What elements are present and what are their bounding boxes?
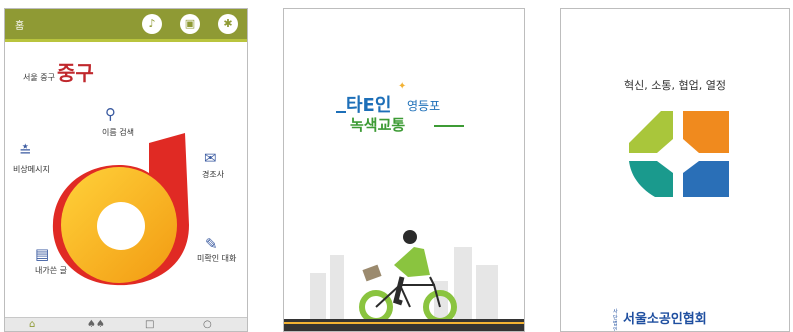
junggu-logo: 서울 중구 중구 xyxy=(23,57,94,86)
document-icon[interactable]: ▤ xyxy=(35,245,49,263)
logo-big-text: 중구 xyxy=(56,61,94,85)
menu-label-name-search[interactable]: 이름 검색 xyxy=(102,127,134,138)
envelope-icon[interactable]: ✉ xyxy=(204,149,217,167)
app-screen-green-transit: 타E인 ✦ 영등포 녹색교통 xyxy=(283,8,525,332)
logo-small-text: 서울 중구 xyxy=(23,73,55,82)
menu-label-emergency[interactable]: 비상메시지 xyxy=(13,164,50,175)
org-name: 서울소공인협회 xyxy=(623,312,707,327)
menu-label-my-posts[interactable]: 내가쓴 글 xyxy=(35,265,67,276)
menu-label-unread-chat[interactable]: 미확인 대화 xyxy=(197,253,236,264)
junggu-symbol-logo xyxy=(52,133,189,286)
sparkle-icon: ✦ xyxy=(398,81,407,92)
bottom-nav: ⌂ ♠♠ □ ○ xyxy=(5,317,247,331)
menu-label-events[interactable]: 경조사 xyxy=(202,169,224,180)
chat-icon[interactable]: ✎ xyxy=(205,235,218,253)
home-label[interactable]: 홈 xyxy=(15,17,24,32)
search-icon[interactable]: ⚲ xyxy=(105,105,116,123)
title-second: 녹색교통 xyxy=(350,116,406,134)
association-logo xyxy=(629,111,729,197)
top-bar: 홈 ♪ ▣ ✱ xyxy=(5,9,247,39)
window-icon[interactable]: ▣ xyxy=(180,14,200,34)
app-screen-seoul-association: 혁신, 소통, 협업, 열정 사단법인 서울소공인협회 xyxy=(560,8,790,332)
org-prefix: 사단법인 xyxy=(613,309,618,332)
title-line-left xyxy=(336,111,346,113)
title-line-right xyxy=(434,125,464,127)
bell-icon[interactable]: ♪ xyxy=(142,14,162,34)
road xyxy=(284,319,524,331)
title-sub: 영등포 xyxy=(407,99,441,113)
slogan: 혁신, 소통, 협업, 열정 xyxy=(624,79,726,92)
app-screen-junggu: 홈 ♪ ▣ ✱ 서울 중구 중구 ⚲ 이름 검색 ≛ 비상메시지 ✉ 경조사 ▤ … xyxy=(4,8,248,332)
cyclist-illustration xyxy=(310,230,498,325)
gear-icon[interactable]: ✱ xyxy=(218,14,238,34)
satellite-icon[interactable]: ≛ xyxy=(19,142,32,160)
header-divider xyxy=(5,39,247,42)
